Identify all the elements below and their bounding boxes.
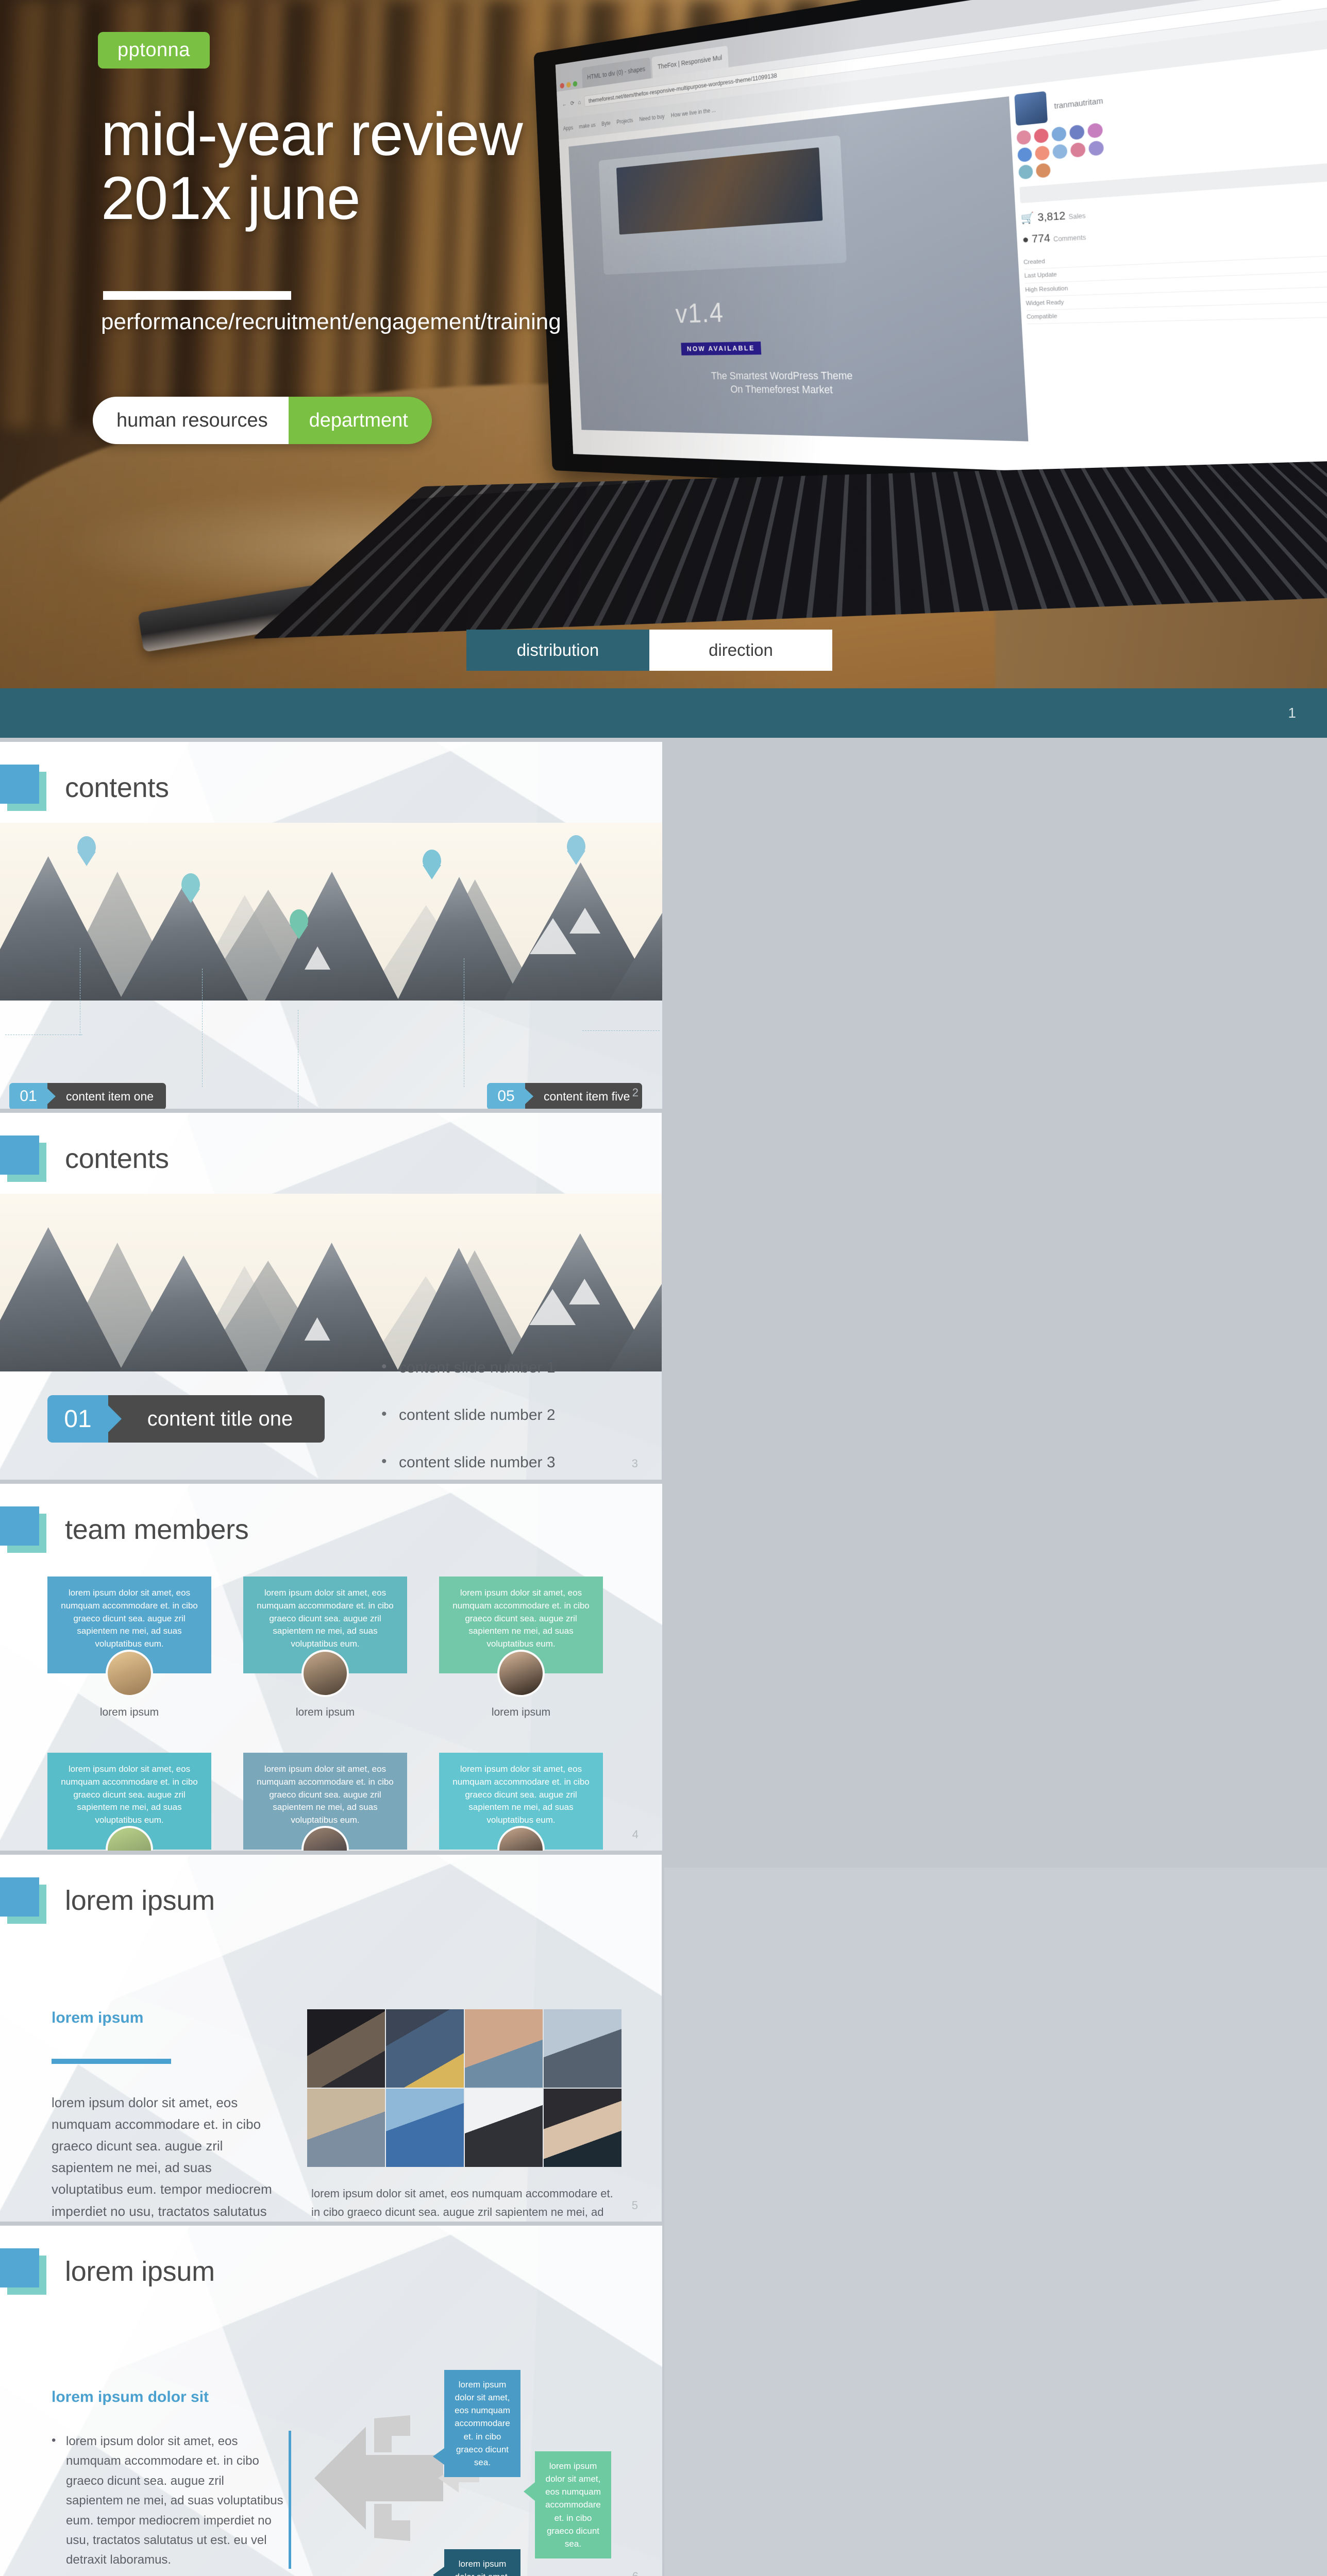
slide-title: lorem ipsum bbox=[65, 1885, 215, 1916]
chip-number: 05 bbox=[487, 1083, 525, 1109]
callout-bubble: lorem ipsum dolor sit amet, eos numquam … bbox=[433, 2549, 520, 2576]
photo-tile bbox=[307, 2009, 385, 2088]
slide-6-arrows: lorem ipsum lorem ipsum dolor sit lorem … bbox=[0, 2226, 664, 2576]
bubble-text: lorem ipsum dolor sit amet, eos numquam … bbox=[455, 2559, 510, 2576]
page-number: 6 bbox=[632, 2570, 639, 2576]
mountain-photo bbox=[0, 1194, 662, 1371]
tab-distribution[interactable]: distribution bbox=[466, 630, 649, 671]
slide-header: contents bbox=[0, 765, 169, 811]
team-member-card: lorem ipsum dolor sit amet, eos numquam … bbox=[243, 1577, 407, 1719]
title-marker-icon bbox=[0, 765, 46, 811]
pill-label-right: department bbox=[288, 397, 432, 444]
slide-header: team members bbox=[0, 1506, 249, 1553]
vertical-accent-rule bbox=[289, 2431, 291, 2569]
photo-tile bbox=[386, 2089, 464, 2167]
mountain-range bbox=[0, 823, 662, 1001]
team-member-card: lorem ipsum dolor sit amet, eos numquam … bbox=[243, 1753, 407, 1851]
slide-title: contents bbox=[65, 772, 169, 803]
map-pin-icon bbox=[77, 836, 96, 857]
slide-title: contents bbox=[65, 1143, 169, 1174]
photo-tile bbox=[544, 2009, 621, 2088]
team-member-card: lorem ipsum dolor sit amet, eos numquam … bbox=[47, 1753, 211, 1851]
body-paragraph: lorem ipsum dolor sit amet, eos numquam … bbox=[52, 2095, 272, 2219]
team-member-card: lorem ipsum dolor sit amet, eos numquam … bbox=[439, 1753, 603, 1851]
map-pin-icon bbox=[567, 835, 585, 856]
slide-header: lorem ipsum bbox=[0, 1877, 215, 1924]
photo-tile bbox=[544, 2089, 621, 2167]
slide-title: lorem ipsum bbox=[65, 2256, 215, 2287]
page-number: 1 bbox=[1288, 705, 1296, 721]
member-name: lorem ipsum bbox=[99, 1706, 159, 1718]
title-marker-icon bbox=[0, 1877, 46, 1924]
photo-caption: lorem ipsum dolor sit amet, eos numquam … bbox=[311, 2187, 613, 2218]
subtitle: performance/recruitment/engagement/train… bbox=[101, 309, 561, 334]
chip-label: content item one bbox=[47, 1083, 166, 1109]
title-marker-icon bbox=[0, 2248, 46, 2295]
team-member-card: lorem ipsum dolor sit amet, eos numquam … bbox=[439, 1577, 603, 1719]
section-subhead: lorem ipsum dolor sit bbox=[52, 2388, 209, 2405]
photo-tile bbox=[307, 2089, 385, 2167]
slide-4-team-members: team members lorem ipsum dolor sit amet,… bbox=[0, 1484, 664, 1855]
page-number: 5 bbox=[631, 2199, 638, 2212]
photo-grid bbox=[307, 2009, 621, 2167]
list-item: content slide number 1 bbox=[381, 1358, 556, 1377]
department-pill: human resources department bbox=[93, 397, 432, 444]
team-member-card: lorem ipsum dolor sit amet, eos numquam … bbox=[47, 1577, 211, 1719]
brand-badge: pptonna bbox=[98, 32, 210, 69]
section-subhead: lorem ipsum bbox=[52, 2009, 144, 2026]
slide-deck: HTML to div (0) - shapes TheFox | Respon… bbox=[0, 0, 1327, 2576]
slide-title: team members bbox=[65, 1514, 249, 1545]
mountain-photo bbox=[0, 823, 662, 1001]
map-pin-icon bbox=[423, 850, 441, 870]
member-name: lorem ipsum bbox=[295, 1706, 355, 1718]
bubble-text: lorem ipsum dolor sit amet, eos numquam … bbox=[545, 2461, 601, 2549]
slide-1-title: HTML to div (0) - shapes TheFox | Respon… bbox=[0, 0, 1327, 742]
slide-3-contents-detail: contents 01 content title one • content … bbox=[0, 1113, 664, 1484]
photo-tile bbox=[465, 2009, 543, 2088]
callout-bubble: lorem ipsum dolor sit amet, eos numquam … bbox=[433, 2370, 520, 2478]
content-item-chip[interactable]: 05 content item five bbox=[487, 1083, 643, 1109]
avatar bbox=[497, 1650, 545, 1697]
title-marker-icon bbox=[0, 1506, 46, 1553]
slide-header: lorem ipsum bbox=[0, 2248, 215, 2295]
member-name: lorem ipsum bbox=[491, 1706, 551, 1718]
list-item: content slide number 3 bbox=[381, 1453, 556, 1471]
photo-tile bbox=[386, 2009, 464, 2088]
bullet-list: content slide number 1 content slide num… bbox=[381, 1358, 556, 1480]
bubble-text: lorem ipsum dolor sit amet, eos numquam … bbox=[455, 2380, 510, 2467]
callout-bubble: lorem ipsum dolor sit amet, eos numquam … bbox=[524, 2451, 611, 2559]
bullet-list: lorem ipsum dolor sit amet, eos numquam … bbox=[52, 2431, 283, 2570]
map-pin-icon bbox=[181, 873, 200, 894]
team-grid: lorem ipsum dolor sit amet, eos numquam … bbox=[47, 1577, 625, 1851]
pill-label-left: human resources bbox=[93, 397, 289, 444]
slide-header: contents bbox=[0, 1136, 169, 1182]
photo-tile bbox=[465, 2089, 543, 2167]
list-item: content slide number 2 bbox=[381, 1405, 556, 1424]
page-title: mid-year review 201x june bbox=[101, 100, 523, 232]
bottom-tabs: distribution direction bbox=[466, 630, 832, 671]
page-number: 4 bbox=[632, 1828, 639, 1841]
title-marker-icon bbox=[0, 1136, 46, 1182]
slide-2-contents: contents 01 content item one 05 content … bbox=[0, 742, 664, 1113]
list-item: lorem ipsum dolor sit amet, eos numquam … bbox=[52, 2431, 283, 2570]
mountain-range bbox=[0, 1194, 662, 1371]
page-number: 2 bbox=[632, 1086, 639, 1099]
footer-bar: 1 bbox=[0, 688, 1327, 738]
slide-5-lorem-photos: lorem ipsum lorem ipsum lorem ipsum dolo… bbox=[0, 1855, 664, 2226]
avatar bbox=[301, 1650, 349, 1697]
chip-label: content item five bbox=[525, 1083, 643, 1109]
title-rule bbox=[103, 291, 291, 300]
subhead-rule bbox=[52, 2059, 171, 2064]
chip-number: 01 bbox=[9, 1083, 47, 1109]
map-pin-icon bbox=[290, 909, 308, 930]
page-number: 3 bbox=[631, 1457, 638, 1470]
content-item-chip[interactable]: 01 content item one bbox=[9, 1083, 166, 1109]
avatar bbox=[106, 1650, 153, 1697]
tab-direction[interactable]: direction bbox=[649, 630, 832, 671]
content-title-chip[interactable]: 01 content title one bbox=[47, 1395, 325, 1443]
chip-label: content title one bbox=[108, 1395, 325, 1443]
chip-number: 01 bbox=[47, 1395, 108, 1443]
